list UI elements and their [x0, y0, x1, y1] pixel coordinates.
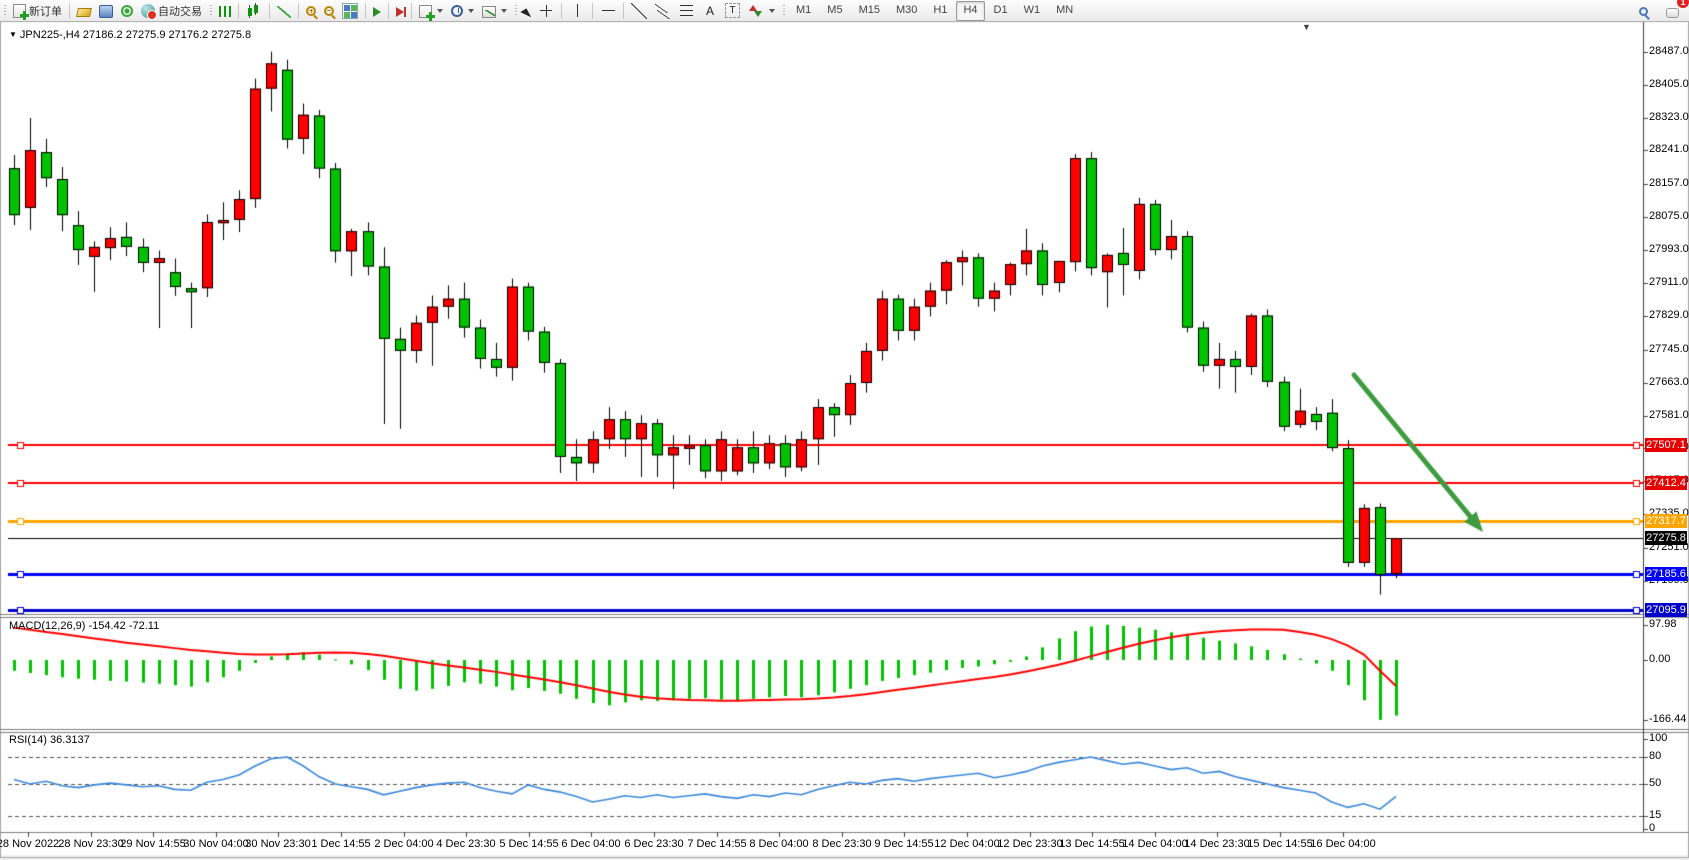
new-order-label: 新订单 [29, 3, 62, 19]
text-label-icon: T [725, 3, 740, 18]
auto-trading-button[interactable]: 自动交易 [137, 1, 206, 21]
arrow-tools-icon [748, 3, 764, 19]
zoom-out-icon [324, 6, 334, 16]
toolbar-grip[interactable] [513, 4, 518, 18]
fibonacci-button[interactable] [675, 1, 699, 21]
vertical-line-icon [569, 3, 585, 19]
trend-line-button[interactable] [627, 1, 651, 21]
signal-icon [121, 5, 133, 17]
timeframe-m30[interactable]: M30 [889, 1, 924, 21]
new-order-button[interactable]: 新订单 [9, 1, 66, 21]
text-label-button[interactable]: T [721, 1, 744, 21]
indicators-icon [419, 5, 432, 18]
search-button[interactable] [1635, 1, 1652, 21]
toolbar-separator [592, 3, 593, 19]
new-order-icon [13, 4, 26, 18]
main-toolbar: 新订单 自动交易 A T M1 M5 M15 M30 H1 H4 D1 W1 M… [0, 0, 1689, 22]
toolbar-separator [238, 3, 239, 19]
auto-scroll-button[interactable] [369, 1, 385, 21]
auto-trading-label: 自动交易 [158, 3, 202, 19]
text-tool-button[interactable]: A [699, 1, 721, 21]
zoom-out-button[interactable] [320, 1, 338, 21]
chevron-down-icon [437, 9, 443, 13]
auto-scroll-icon [373, 7, 381, 17]
chat-icon [1666, 8, 1679, 18]
toolbar-grip[interactable] [208, 4, 213, 18]
toolbar-separator [69, 3, 70, 19]
chevron-down-icon [769, 9, 775, 13]
line-chart-icon [277, 6, 291, 18]
notification-badge: 1 [1677, 0, 1689, 8]
crosshair-icon [538, 3, 554, 19]
horizontal-line-button[interactable] [596, 1, 620, 21]
toolbar-separator [411, 3, 412, 19]
timeframe-mn[interactable]: MN [1049, 1, 1080, 21]
timeframe-m15[interactable]: M15 [852, 1, 887, 21]
tile-windows-button[interactable] [338, 1, 362, 21]
signal-button[interactable] [117, 1, 137, 21]
arrow-tools-button[interactable] [744, 1, 779, 21]
terminal-button[interactable] [95, 1, 117, 21]
tile-windows-icon [342, 3, 358, 19]
horizontal-line-icon [600, 3, 616, 19]
gold-button[interactable] [73, 1, 95, 21]
chart-shift-icon [396, 7, 404, 17]
line-chart-button[interactable] [273, 1, 295, 21]
timeframe-h4[interactable]: H4 [956, 1, 984, 21]
chart-canvas[interactable] [0, 0, 1689, 860]
notifications-button[interactable]: 1 [1662, 1, 1683, 21]
candlestick-chart-icon [246, 3, 262, 19]
indicators-button[interactable] [415, 1, 447, 21]
bar-chart-icon [219, 6, 231, 17]
equidistant-channel-icon [655, 3, 671, 19]
zoom-in-button[interactable] [302, 1, 320, 21]
toolbar-separator [561, 3, 562, 19]
equidistant-channel-button[interactable] [651, 1, 675, 21]
timeframe-m1[interactable]: M1 [789, 1, 818, 21]
timeframe-m5[interactable]: M5 [820, 1, 849, 21]
terminal-icon [99, 5, 113, 18]
vertical-line-button[interactable] [565, 1, 589, 21]
text-icon: A [703, 3, 717, 19]
templates-button[interactable] [478, 1, 511, 21]
cursor-button[interactable] [520, 1, 534, 21]
templates-icon [482, 6, 496, 18]
chevron-down-icon [468, 9, 474, 13]
timeframe-w1[interactable]: W1 [1017, 1, 1048, 21]
toolbar-grip[interactable] [781, 4, 786, 18]
timeframe-d1[interactable]: D1 [987, 1, 1015, 21]
toolbar-separator [365, 3, 366, 19]
toolbar-grip[interactable] [2, 4, 7, 18]
gold-icon [76, 8, 92, 17]
zoom-in-icon [306, 6, 316, 16]
toolbar-separator [623, 3, 624, 19]
candlestick-chart-button[interactable] [242, 1, 266, 21]
auto-trading-icon [141, 4, 155, 18]
toolbar-separator [269, 3, 270, 19]
timeframe-h1[interactable]: H1 [926, 1, 954, 21]
fibonacci-icon [679, 3, 695, 19]
periods-button[interactable] [447, 1, 478, 21]
search-icon [1639, 7, 1648, 16]
trend-line-icon [631, 3, 647, 19]
cursor-icon [520, 6, 533, 17]
chevron-down-icon [501, 9, 507, 13]
toolbar-separator [388, 3, 389, 19]
crosshair-button[interactable] [534, 1, 558, 21]
bar-chart-button[interactable] [215, 1, 235, 21]
toolbar-separator [298, 3, 299, 19]
chart-shift-button[interactable] [392, 1, 408, 21]
clock-icon [451, 5, 463, 17]
